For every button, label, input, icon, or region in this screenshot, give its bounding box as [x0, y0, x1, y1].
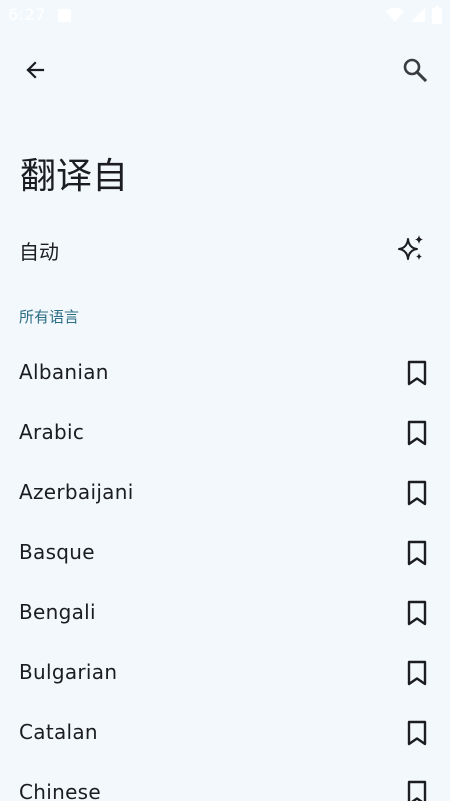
language-label: Bengali: [19, 600, 96, 624]
sparkle-icon: [398, 235, 423, 260]
auto-detect-label: 自动: [19, 240, 59, 264]
language-label: Arabic: [19, 420, 85, 444]
back-button[interactable]: [15, 50, 55, 90]
bookmark-icon[interactable]: [406, 780, 428, 801]
search-button[interactable]: [395, 50, 435, 90]
list-item[interactable]: Chinese: [0, 763, 450, 801]
language-list: Albanian Arabic Azerbaijani Basque Benga…: [0, 343, 450, 801]
status-time: 6:27: [8, 5, 46, 24]
signal-icon: [411, 8, 425, 22]
battery-icon: [432, 6, 442, 24]
search-icon: [403, 58, 428, 83]
bookmark-icon[interactable]: [406, 540, 428, 566]
list-item[interactable]: Albanian: [0, 343, 450, 403]
language-label: Azerbaijani: [19, 480, 134, 504]
list-item[interactable]: Basque: [0, 523, 450, 583]
auto-detect-item[interactable]: 自动: [0, 222, 450, 276]
bookmark-icon[interactable]: [406, 360, 428, 386]
bookmark-icon[interactable]: [406, 720, 428, 746]
status-icons: [386, 6, 442, 24]
language-label: Chinese: [19, 780, 102, 801]
language-label: Albanian: [19, 360, 109, 384]
status-bar: 6:27: [0, 0, 450, 32]
page-title: 翻译自: [20, 156, 129, 197]
bookmark-icon[interactable]: [406, 480, 428, 506]
section-header-all-languages: 所有语言: [19, 308, 80, 326]
arrow-back-icon: [26, 61, 45, 79]
list-item[interactable]: Arabic: [0, 403, 450, 463]
screen: 6:27 翻译自 自动 所有语言 Albanian Arabic Azerbai…: [0, 0, 450, 801]
notification-icon: [58, 9, 71, 22]
list-item[interactable]: Catalan: [0, 703, 450, 763]
language-label: Basque: [19, 540, 95, 564]
bookmark-icon[interactable]: [406, 660, 428, 686]
list-item[interactable]: Bengali: [0, 583, 450, 643]
bookmark-icon[interactable]: [406, 600, 428, 626]
wifi-icon: [386, 7, 404, 22]
language-label: Catalan: [19, 720, 98, 744]
bookmark-icon[interactable]: [406, 420, 428, 446]
list-item[interactable]: Azerbaijani: [0, 463, 450, 523]
language-label: Bulgarian: [19, 660, 118, 684]
top-app-bar: [0, 44, 450, 96]
list-item[interactable]: Bulgarian: [0, 643, 450, 703]
